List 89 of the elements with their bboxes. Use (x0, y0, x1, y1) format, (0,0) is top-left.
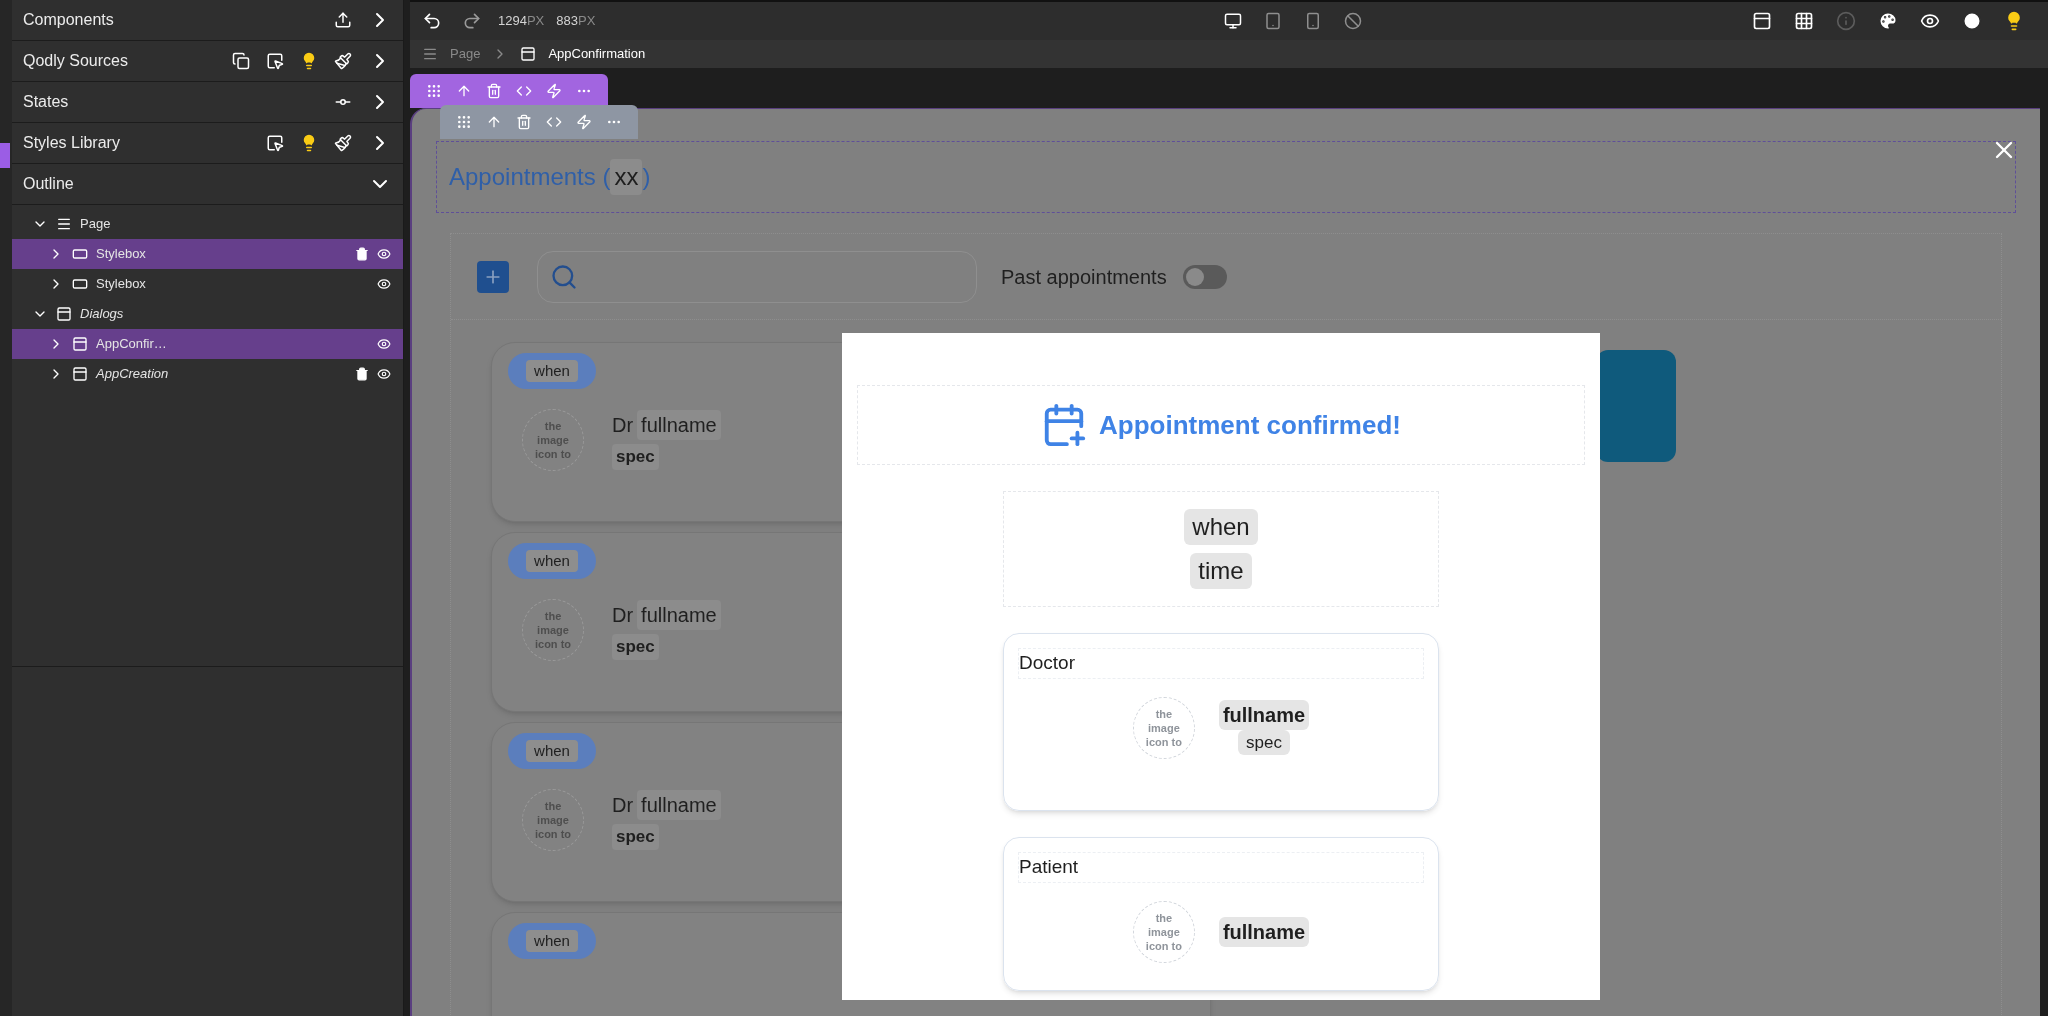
css-icon[interactable] (546, 114, 562, 130)
section-title[interactable]: Qodly Sources (23, 49, 128, 73)
doctor-prefix: Dr (612, 413, 634, 439)
grid-icon[interactable] (1794, 11, 1814, 31)
list-icon (56, 216, 72, 232)
image-alt-text: the image icon to (1144, 706, 1183, 749)
filter-label: Past appointments (1001, 264, 1167, 290)
monitor-icon[interactable] (1224, 12, 1242, 30)
upload-icon[interactable] (334, 11, 352, 29)
fullname-label: fullname (637, 790, 721, 821)
spec-label: spec (1238, 729, 1290, 756)
grip-icon[interactable] (456, 114, 472, 130)
outline-item[interactable]: AppCreation (12, 359, 403, 389)
outline-item[interactable]: Page (12, 209, 403, 239)
brush-icon[interactable] (334, 134, 352, 152)
copy-icon[interactable] (232, 52, 250, 70)
when-value: when (1184, 509, 1258, 545)
stylebox-icon (72, 246, 88, 262)
css-icon[interactable] (516, 83, 532, 99)
page-title: Appointments ( (449, 162, 611, 192)
spec-label: spec (612, 634, 659, 660)
page-title: ) (642, 162, 651, 192)
add-button[interactable] (477, 260, 509, 293)
fullname-label: fullname (637, 410, 721, 441)
window-icon (72, 336, 88, 352)
fullname-label: fullname (1218, 699, 1310, 730)
outline-label: AppCreation (96, 365, 169, 384)
active-marker (0, 143, 10, 168)
palette-icon[interactable] (1878, 11, 1898, 31)
when-label: when (526, 929, 578, 953)
when-label: when (526, 739, 578, 763)
outline-label: Page (80, 215, 111, 234)
when-label: when (526, 549, 578, 573)
doctor-prefix: Dr (612, 603, 634, 629)
outline-item[interactable]: AppConfir… (12, 329, 403, 359)
width-value[interactable]: 1294PX (498, 11, 545, 31)
outline-item[interactable]: Stylebox (12, 239, 403, 269)
doctor-prefix: Dr (612, 793, 634, 819)
outline-item[interactable]: Stylebox (12, 269, 403, 299)
eye-icon[interactable] (377, 277, 391, 291)
window-icon (520, 46, 537, 62)
search-icon (550, 262, 578, 291)
brush-icon[interactable] (334, 52, 352, 70)
lightning-icon[interactable] (576, 114, 592, 130)
outline-item[interactable]: Dialogs (12, 299, 403, 329)
window-icon (56, 306, 72, 322)
lightning-icon[interactable] (546, 83, 562, 99)
count-value: xx (610, 159, 643, 195)
fullname-label: fullname (1218, 916, 1310, 947)
section-title[interactable]: Components (23, 8, 114, 32)
when-label: when (526, 359, 578, 383)
spec-label: spec (612, 824, 659, 850)
time-value: time (1190, 553, 1252, 589)
fullname-label: fullname (637, 600, 721, 631)
menu-icon[interactable] (422, 46, 438, 62)
eye-icon[interactable] (377, 247, 391, 261)
section-title[interactable]: Outline (23, 172, 74, 196)
smartphone-icon[interactable] (1304, 12, 1322, 30)
section-title[interactable]: Styles Library (23, 131, 120, 155)
tablet-icon[interactable] (1264, 12, 1282, 30)
card-heading: Patient (1018, 852, 1424, 883)
pointer-icon[interactable] (266, 134, 284, 152)
stylebox-icon (72, 276, 88, 292)
eye-icon[interactable] (377, 337, 391, 351)
card-heading: Doctor (1018, 648, 1424, 679)
outline-label: Stylebox (96, 245, 146, 264)
search-field[interactable] (537, 250, 977, 303)
outline-label: AppConfir… (96, 335, 167, 354)
redo-icon[interactable] (462, 11, 482, 31)
outline-label: Dialogs (80, 305, 124, 324)
dialog-title: Appointment confirmed! (1099, 408, 1401, 442)
toggle-switch[interactable] (1182, 264, 1227, 289)
height-value[interactable]: 883PX (556, 11, 596, 31)
layout-icon[interactable] (1752, 11, 1772, 31)
breadcrumb-item[interactable]: Page (450, 44, 481, 64)
section-title[interactable]: States (23, 90, 69, 114)
trash-icon[interactable] (355, 367, 369, 381)
undo-icon[interactable] (422, 11, 442, 31)
image-alt-text: the image icon to (1144, 910, 1183, 953)
grip-icon[interactable] (426, 83, 442, 99)
trash-icon[interactable] (355, 247, 369, 261)
pointer-icon[interactable] (266, 52, 284, 70)
spec-label: spec (612, 444, 659, 470)
eye-icon[interactable] (377, 367, 391, 381)
ban-icon[interactable] (1344, 12, 1362, 30)
eye-icon[interactable] (1920, 11, 1940, 31)
breadcrumb-item[interactable]: AppConfirmation (548, 44, 646, 64)
window-icon (72, 366, 88, 382)
outline-label: Stylebox (96, 275, 146, 294)
